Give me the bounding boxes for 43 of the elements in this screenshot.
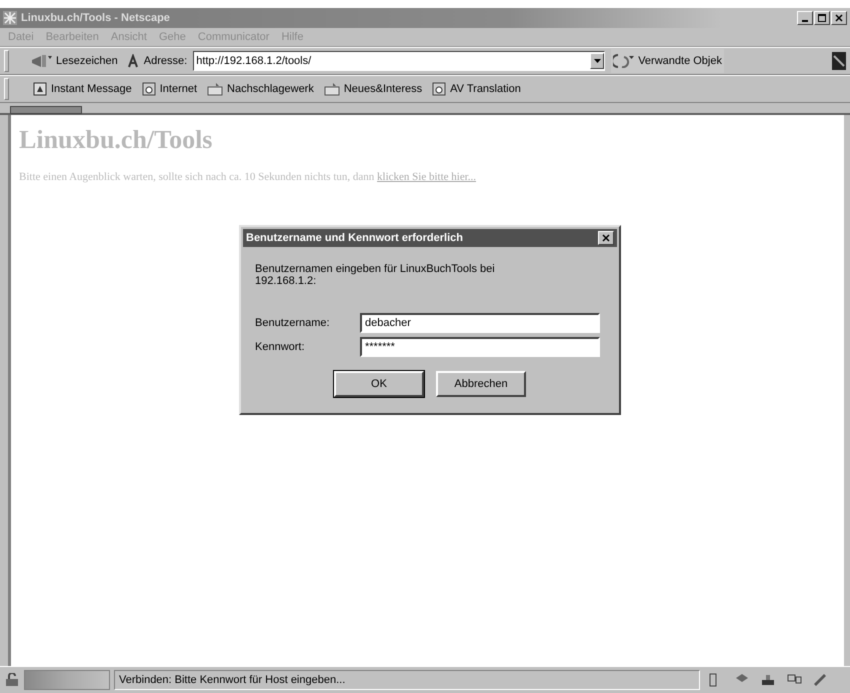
close-icon (835, 14, 843, 22)
bookmark-button[interactable]: AV Translation (432, 82, 521, 96)
close-button[interactable] (598, 231, 614, 245)
bookmark-icon (142, 82, 156, 96)
caret-icon (594, 59, 601, 63)
toolbar-grip[interactable] (4, 50, 9, 72)
dropdown-button[interactable] (590, 53, 604, 69)
bookmarks-icon (31, 54, 53, 68)
ok-button[interactable]: OK (334, 371, 424, 397)
message-icon (33, 82, 47, 96)
address-field[interactable]: http://192.168.1.2/tools/ (193, 51, 606, 71)
bookmark-button[interactable]: Internet (142, 82, 198, 96)
close-button[interactable] (831, 11, 847, 25)
close-icon (602, 234, 610, 242)
status-text: Verbinden: Bitte Kennwort für Host eingeben... (114, 670, 700, 690)
bookmark-button[interactable]: Instant Message (33, 82, 132, 96)
input-field[interactable]: debacher (360, 313, 600, 333)
bookmark-button[interactable]: Neues&Interess (324, 82, 422, 96)
bookmark-icon (432, 82, 446, 96)
window-title: Linuxbu.ch/Tools - Netscape (21, 12, 170, 24)
field-label: Kennwort: (255, 341, 306, 353)
cancel-button[interactable]: Abbrechen (436, 371, 526, 397)
field-label: Benutzername: (255, 317, 331, 329)
bookmarks-button[interactable]: Lesezeichen (29, 54, 120, 68)
page-heading: Linuxbu.ch/Tools (19, 125, 214, 155)
maximize-icon (818, 14, 826, 22)
dialog-message: Benutzernamen eingeben für LinuxBuchTools bei 192.168.1.2: (255, 263, 496, 287)
address-label: Adresse: (144, 55, 188, 67)
folder-icon (207, 82, 224, 96)
page-text: Bitte einen Augenblick warten, sollte sich nach ca. 10 Sekunden nichts tun, dann klicken Sie bitte hier... (19, 171, 478, 183)
logo-icon (832, 52, 846, 70)
related-icon (613, 54, 636, 68)
collapsed-toolbar-tab[interactable] (10, 106, 82, 114)
bookmark-button[interactable]: Nachschlagewerk (207, 82, 314, 96)
app-icon (3, 11, 17, 25)
toolbar-grip[interactable] (4, 78, 9, 100)
dialog-title: Benutzername und Kennwort erforderlich (246, 232, 463, 244)
folder-icon (324, 82, 340, 96)
related-button[interactable]: Verwandte Objek (611, 49, 724, 73)
security-icon (4, 673, 20, 687)
input-field[interactable]: ******* (360, 337, 600, 357)
minimize-button[interactable] (797, 11, 813, 25)
maximize-button[interactable] (814, 11, 830, 25)
